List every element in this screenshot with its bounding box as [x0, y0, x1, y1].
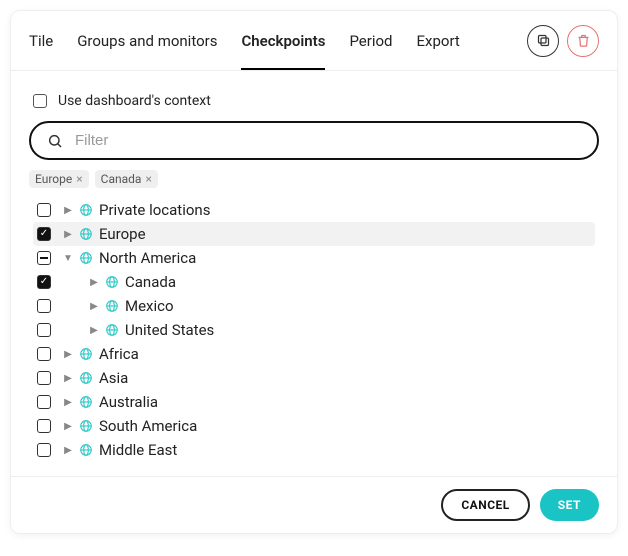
tree-label: Private locations [99, 201, 210, 219]
tree-row[interactable]: ▶ Middle East [33, 438, 595, 462]
filter-input[interactable] [73, 131, 581, 150]
chevron-right-icon[interactable]: ▶ [89, 277, 99, 288]
globe-icon [79, 203, 93, 217]
tree-checkbox[interactable] [37, 395, 51, 409]
globe-icon [79, 443, 93, 457]
tree-label: North America [99, 249, 196, 267]
chevron-right-icon[interactable]: ▶ [89, 301, 99, 312]
globe-icon [79, 371, 93, 385]
filter-chip[interactable]: Canada × [95, 170, 158, 188]
tree-checkbox[interactable] [37, 443, 51, 457]
tree-row[interactable]: ▶ Asia [33, 366, 595, 390]
tree-checkbox[interactable] [37, 323, 51, 337]
use-context-checkbox[interactable] [33, 94, 47, 108]
dialog: Tile Groups and monitors Checkpoints Per… [10, 10, 618, 534]
use-context-label: Use dashboard's context [58, 93, 211, 109]
chip-remove-icon[interactable]: × [145, 172, 151, 186]
tree-label: Canada [125, 273, 176, 291]
duplicate-button[interactable] [527, 25, 559, 57]
tree-label: South America [99, 417, 197, 435]
globe-icon [79, 395, 93, 409]
globe-icon [79, 347, 93, 361]
tree-label: Asia [99, 369, 128, 387]
tree-row[interactable]: ▶ Australia [33, 390, 595, 414]
tree-checkbox[interactable] [37, 299, 51, 313]
checkpoint-tree: ▶ Private locations ✓ ▶ Europe ▼ North America… [29, 196, 599, 464]
tree-row[interactable]: ✓ ▶ Europe [33, 222, 595, 246]
trash-icon [576, 33, 591, 48]
tree-label: Australia [99, 393, 158, 411]
tree-row[interactable]: ▶ South America [33, 414, 595, 438]
tree-label: Middle East [99, 441, 177, 459]
tree-checkbox[interactable] [37, 203, 51, 217]
dialog-footer: CANCEL SET [11, 476, 617, 533]
chevron-right-icon[interactable]: ▶ [63, 445, 73, 456]
chevron-down-icon[interactable]: ▼ [63, 253, 73, 264]
tree-row[interactable]: ▶ United States [33, 318, 595, 342]
tree-checkbox[interactable] [37, 251, 51, 265]
tree-checkbox[interactable]: ✓ [37, 227, 51, 241]
tab-period[interactable]: Period [349, 12, 392, 70]
filter-chips: Europe × Canada × [29, 168, 599, 196]
tree-checkbox[interactable]: ✓ [37, 275, 51, 289]
tabs-bar: Tile Groups and monitors Checkpoints Per… [11, 11, 617, 71]
set-button[interactable]: SET [540, 489, 599, 521]
tree-row[interactable]: ▶ Africa [33, 342, 595, 366]
chevron-right-icon[interactable]: ▶ [63, 373, 73, 384]
tab-groups-and-monitors[interactable]: Groups and monitors [77, 12, 217, 70]
globe-icon [105, 299, 119, 313]
chevron-right-icon[interactable]: ▶ [63, 229, 73, 240]
copy-icon [536, 33, 551, 48]
use-context-row[interactable]: Use dashboard's context [29, 91, 599, 111]
chevron-right-icon[interactable]: ▶ [89, 325, 99, 336]
delete-button[interactable] [567, 25, 599, 57]
cancel-button[interactable]: CANCEL [441, 489, 529, 521]
tree-checkbox[interactable] [37, 371, 51, 385]
tree-label: Africa [99, 345, 139, 363]
tree-row[interactable]: ▶ Private locations [33, 198, 595, 222]
globe-icon [79, 251, 93, 265]
search-icon [47, 133, 63, 149]
tree-label: United States [125, 321, 214, 339]
tree-label: Mexico [125, 297, 174, 315]
chip-remove-icon[interactable]: × [76, 172, 82, 186]
tab-tile[interactable]: Tile [29, 12, 53, 70]
tabs: Tile Groups and monitors Checkpoints Per… [29, 12, 519, 70]
tree-label: Europe [99, 225, 146, 243]
globe-icon [79, 227, 93, 241]
chevron-right-icon[interactable]: ▶ [63, 397, 73, 408]
tree-row[interactable]: ▶ Mexico [33, 294, 595, 318]
globe-icon [105, 323, 119, 337]
tree-checkbox[interactable] [37, 419, 51, 433]
chip-label: Canada [101, 172, 142, 186]
tab-checkpoints[interactable]: Checkpoints [241, 12, 325, 70]
chevron-right-icon[interactable]: ▶ [63, 349, 73, 360]
chevron-right-icon[interactable]: ▶ [63, 421, 73, 432]
tree-checkbox[interactable] [37, 347, 51, 361]
filter-chip[interactable]: Europe × [29, 170, 89, 188]
tree-row[interactable]: ▼ North America [33, 246, 595, 270]
tree-row[interactable]: ✓ ▶ Canada [33, 270, 595, 294]
globe-icon [79, 419, 93, 433]
globe-icon [105, 275, 119, 289]
chip-label: Europe [35, 172, 72, 186]
filter-field[interactable] [29, 121, 599, 160]
tab-export[interactable]: Export [417, 12, 460, 70]
chevron-right-icon[interactable]: ▶ [63, 205, 73, 216]
dialog-body: Use dashboard's context Europe × Canada … [11, 71, 617, 476]
